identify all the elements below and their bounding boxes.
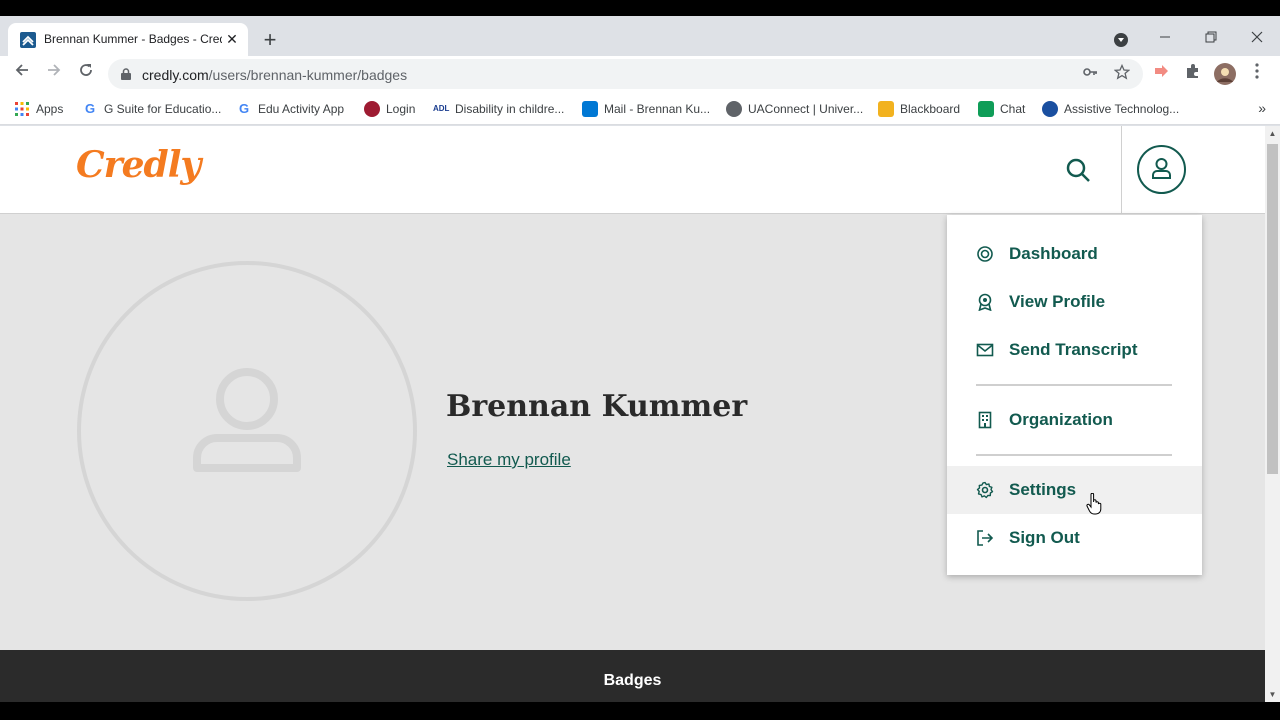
scroll-up-icon[interactable]: ▲ bbox=[1265, 126, 1280, 141]
blackboard-icon bbox=[878, 101, 894, 117]
bookmark-apps[interactable]: Apps bbox=[14, 100, 63, 118]
menu-item-label: Dashboard bbox=[1009, 244, 1098, 263]
bookmark-label: Assistive Technolog... bbox=[1064, 102, 1180, 116]
bookmark-gsuite[interactable]: G G Suite for Educatio... bbox=[82, 100, 221, 118]
chrome-menu-dropdown-icon[interactable] bbox=[1114, 33, 1128, 47]
badge-profile-icon bbox=[976, 293, 994, 312]
bookmark-label: Disability in childre... bbox=[455, 102, 565, 116]
url-path: /users/brennan-kummer/badges bbox=[208, 67, 408, 83]
assistive-tech-icon bbox=[1042, 101, 1058, 117]
bookmark-blackboard[interactable]: Blackboard bbox=[878, 100, 960, 118]
site-header: Credly bbox=[0, 126, 1265, 214]
shield-icon bbox=[364, 101, 380, 117]
url-domain: credly.com bbox=[142, 67, 209, 83]
bookmark-assistive[interactable]: Assistive Technolog... bbox=[1042, 100, 1179, 118]
bookmark-label: Edu Activity App bbox=[258, 102, 345, 116]
adl-icon: ADL bbox=[433, 104, 450, 113]
lock-icon[interactable] bbox=[121, 67, 131, 80]
key-icon[interactable] bbox=[1080, 64, 1100, 84]
bookmark-label: Login bbox=[386, 102, 416, 116]
apps-grid-icon bbox=[14, 101, 30, 117]
menu-item-settings[interactable]: Settings bbox=[947, 466, 1202, 514]
bookmark-label: UAConnect | Univer... bbox=[748, 102, 864, 116]
credly-page: Credly Brennan Kummer Share my profile B… bbox=[0, 126, 1265, 702]
badges-tab[interactable]: Badges bbox=[0, 650, 1265, 702]
extension-arrow-icon[interactable] bbox=[1150, 63, 1172, 85]
google-icon: G bbox=[238, 101, 250, 116]
bookmark-login[interactable]: Login bbox=[364, 100, 415, 118]
menu-divider bbox=[976, 454, 1172, 456]
tab-title: Brennan Kummer - Badges - Credly bbox=[44, 32, 222, 46]
menu-item-label: Settings bbox=[1009, 480, 1077, 499]
dashboard-icon bbox=[976, 245, 994, 263]
google-icon: G bbox=[84, 101, 96, 116]
credly-favicon-icon bbox=[20, 32, 36, 48]
chrome-menu-icon[interactable] bbox=[1246, 63, 1268, 85]
forward-icon[interactable] bbox=[42, 62, 66, 86]
tab-close-icon[interactable]: ✕ bbox=[222, 29, 242, 49]
menu-item-view-profile[interactable]: View Profile bbox=[947, 278, 1202, 326]
bookmark-label: G Suite for Educatio... bbox=[104, 102, 222, 116]
bookmarks-bar: Apps G G Suite for Educatio... G Edu Activ… bbox=[0, 92, 1280, 125]
profile-avatar-icon[interactable] bbox=[1214, 63, 1236, 85]
back-icon[interactable] bbox=[10, 62, 34, 86]
menu-item-organization[interactable]: Organization bbox=[947, 396, 1202, 444]
menu-divider bbox=[976, 384, 1172, 386]
bookmark-edu-activity[interactable]: G Edu Activity App bbox=[236, 100, 344, 118]
bookmark-label: Mail - Brennan Ku... bbox=[604, 102, 711, 116]
close-window-icon[interactable] bbox=[1242, 26, 1272, 50]
building-icon bbox=[976, 411, 994, 429]
address-bar[interactable]: credly.com/users/brennan-kummer/badges bbox=[108, 59, 1143, 89]
browser-window: Brennan Kummer - Badges - Credly ✕ + cre… bbox=[0, 16, 1280, 702]
new-tab-button[interactable]: + bbox=[258, 29, 282, 53]
reload-icon[interactable] bbox=[74, 62, 98, 86]
hand-cursor-icon bbox=[1086, 492, 1102, 515]
bookmark-chat[interactable]: Chat bbox=[978, 100, 1025, 118]
minimize-icon[interactable] bbox=[1150, 26, 1180, 50]
bookmark-label: Chat bbox=[1000, 102, 1026, 116]
bookmark-disability[interactable]: ADL Disability in childre... bbox=[433, 100, 564, 118]
bookmark-mail[interactable]: Mail - Brennan Ku... bbox=[582, 100, 710, 118]
share-profile-link[interactable]: Share my profile bbox=[447, 450, 571, 470]
user-dropdown-menu: Dashboard View Profile Send Transcript O bbox=[947, 215, 1202, 575]
bookmarks-overflow-icon[interactable]: » bbox=[1258, 100, 1266, 116]
outlook-icon bbox=[582, 101, 598, 117]
scrollbar-thumb[interactable] bbox=[1267, 144, 1278, 474]
menu-item-label: Organization bbox=[1009, 410, 1113, 429]
menu-item-label: View Profile bbox=[1009, 292, 1106, 311]
profile-name: Brennan Kummer bbox=[446, 389, 748, 424]
user-menu-avatar-icon[interactable] bbox=[1137, 145, 1186, 194]
url-text[interactable]: credly.com/users/brennan-kummer/badges bbox=[142, 67, 407, 83]
menu-item-send-transcript[interactable]: Send Transcript bbox=[947, 326, 1202, 374]
envelope-icon bbox=[976, 341, 994, 359]
scroll-down-icon[interactable]: ▼ bbox=[1265, 687, 1280, 702]
bookmark-uaconnect[interactable]: UAConnect | Univer... bbox=[726, 100, 863, 118]
badges-tab-bar: Badges bbox=[0, 650, 1265, 702]
profile-avatar-placeholder-icon bbox=[77, 261, 417, 601]
menu-item-dashboard[interactable]: Dashboard bbox=[947, 230, 1202, 278]
tab-strip: Brennan Kummer - Badges - Credly ✕ + bbox=[0, 16, 1280, 56]
bookmark-label: Apps bbox=[36, 102, 64, 116]
menu-item-label: Sign Out bbox=[1009, 528, 1080, 547]
menu-item-sign-out[interactable]: Sign Out bbox=[947, 514, 1202, 562]
globe-icon bbox=[726, 101, 742, 117]
sign-out-icon bbox=[976, 529, 994, 547]
bookmark-label: Blackboard bbox=[900, 102, 961, 116]
browser-tab[interactable]: Brennan Kummer - Badges - Credly ✕ bbox=[8, 23, 248, 56]
search-icon[interactable] bbox=[1064, 156, 1092, 184]
credly-logo[interactable]: Credly bbox=[76, 144, 201, 186]
page-scrollbar[interactable]: ▲ ▼ bbox=[1265, 126, 1280, 702]
restore-icon[interactable] bbox=[1196, 26, 1226, 50]
gear-icon bbox=[976, 481, 994, 499]
menu-item-label: Send Transcript bbox=[1009, 340, 1138, 359]
browser-toolbar: credly.com/users/brennan-kummer/badges bbox=[0, 56, 1280, 92]
extensions-puzzle-icon[interactable] bbox=[1182, 63, 1204, 85]
bookmark-star-icon[interactable] bbox=[1112, 63, 1132, 84]
header-divider bbox=[1121, 126, 1122, 214]
chat-icon bbox=[978, 101, 994, 117]
